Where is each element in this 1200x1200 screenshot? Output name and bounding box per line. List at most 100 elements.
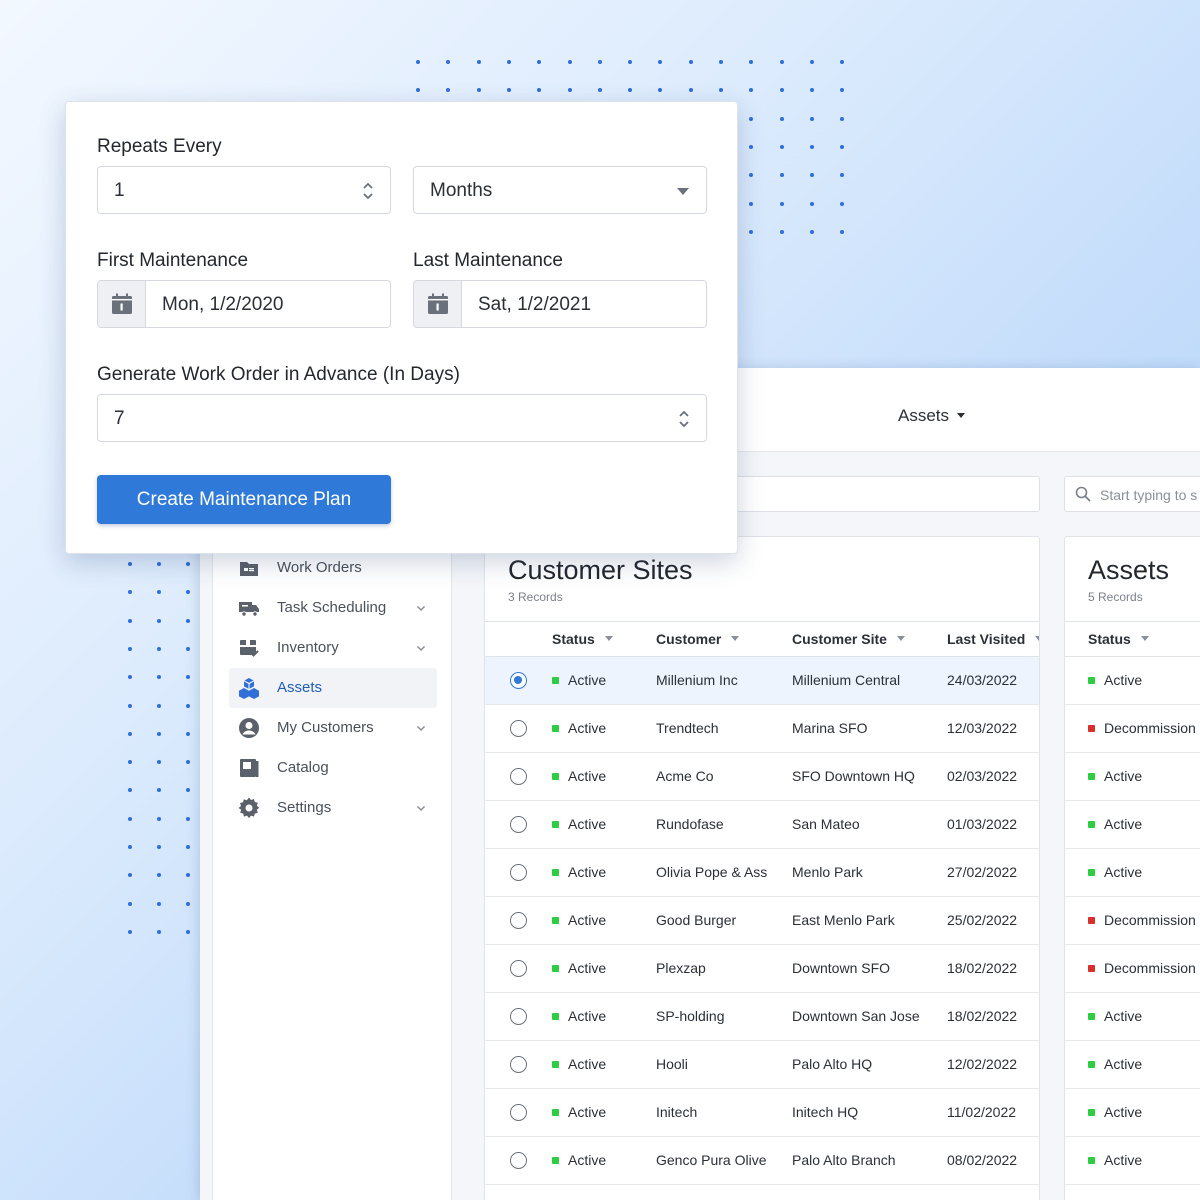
customer-site-cell: Downtown San Jose <box>792 1008 920 1024</box>
row-radio[interactable] <box>510 960 527 977</box>
table-header: Status Customer Customer Site Last Visit… <box>485 621 1039 657</box>
advance-days-stepper[interactable]: 7 <box>97 394 707 442</box>
sidebar-item-label: Task Scheduling <box>277 599 387 616</box>
stepper-arrows-icon[interactable] <box>362 181 374 207</box>
chevron-down-icon <box>415 721 427 738</box>
status-dot <box>552 1109 559 1116</box>
table-row[interactable]: Active Acme Co SFO Downtown HQ 02/03/2022 <box>485 753 1039 801</box>
work-orders-icon <box>237 556 261 580</box>
status-dot <box>1088 1061 1095 1068</box>
table-row[interactable]: Active Plexzap Downtown SFO 18/02/2022 <box>485 945 1039 993</box>
status-cell: Active <box>1088 864 1142 880</box>
table-row[interactable]: Decommission <box>1065 945 1200 993</box>
sidebar-item-label: Work Orders <box>277 559 362 576</box>
advance-days-label: Generate Work Order in Advance (In Days) <box>97 364 460 385</box>
row-radio[interactable] <box>510 1008 527 1025</box>
sidebar-item-label: Catalog <box>277 759 329 776</box>
row-radio[interactable] <box>510 864 527 881</box>
table-row[interactable]: Active <box>1065 849 1200 897</box>
sidebar-item-catalog[interactable]: Catalog <box>229 748 437 788</box>
decorative-dot <box>809 229 814 234</box>
status-text: Active <box>568 768 607 784</box>
repeats-every-stepper[interactable]: 1 <box>97 166 391 214</box>
maintenance-plan-form: Repeats Every 1 Months First Maintenance… <box>65 101 738 554</box>
table-row[interactable]: Active <box>1065 753 1200 801</box>
decorative-dot <box>628 88 633 93</box>
table-row[interactable]: Active Good Burger East Menlo Park 25/02/20… <box>485 897 1039 945</box>
decorative-dot <box>128 562 132 566</box>
decorative-dot <box>809 60 814 64</box>
status-text: Active <box>1104 768 1143 784</box>
table-row[interactable]: Active Millenium Inc Millenium Central 24/0… <box>485 657 1039 705</box>
stepper-arrows-icon[interactable] <box>678 409 690 435</box>
search-input[interactable]: Start typing to s <box>1064 476 1200 512</box>
column-header-label: Status <box>1088 631 1131 647</box>
filter-input[interactable] <box>720 476 1040 512</box>
customer-cell: Trendtech <box>656 720 719 736</box>
sidebar-item-assets[interactable]: Assets <box>229 668 437 708</box>
row-radio[interactable] <box>510 1056 527 1073</box>
last-maintenance-date-field[interactable]: Sat, 1/2/2021 <box>413 280 707 328</box>
decorative-dot <box>186 590 190 595</box>
decorative-dot <box>658 88 663 93</box>
calendar-icon[interactable] <box>414 281 462 327</box>
status-cell: Active <box>552 768 606 784</box>
sidebar-item-my-customers[interactable]: My Customers <box>229 708 437 748</box>
row-radio[interactable] <box>510 1152 527 1169</box>
sidebar-item-settings[interactable]: Settings <box>229 788 437 828</box>
table-row[interactable]: Active <box>1065 801 1200 849</box>
repeats-every-value: 1 <box>114 180 125 201</box>
column-header-last-visited[interactable]: Last Visited <box>947 631 1039 647</box>
row-radio[interactable] <box>510 720 527 737</box>
decorative-dot <box>186 703 190 708</box>
decorative-dot <box>809 116 814 121</box>
row-radio[interactable] <box>510 1104 527 1121</box>
decorative-dot <box>840 88 845 93</box>
row-radio[interactable] <box>510 816 527 833</box>
repeat-unit-select[interactable]: Months <box>413 166 707 214</box>
decorative-dot <box>506 60 511 64</box>
decorative-dot <box>446 88 451 93</box>
table-row[interactable]: Active Hooli Palo Alto HQ 12/02/2022 <box>485 1041 1039 1089</box>
table-row[interactable]: Active <box>1065 657 1200 705</box>
table-row[interactable]: Active Trendtech Marina SFO 12/03/2022 <box>485 705 1039 753</box>
create-maintenance-plan-button[interactable]: Create Maintenance Plan <box>97 475 391 524</box>
panel-title: Customer Sites <box>508 555 693 585</box>
sidebar-item-label: Assets <box>277 679 323 696</box>
sidebar-item-inventory[interactable]: Inventory <box>229 628 437 668</box>
table-row[interactable]: Active <box>1065 1137 1200 1185</box>
sidebar-item-task-scheduling[interactable]: Task Scheduling <box>229 588 437 628</box>
column-header-customer-site[interactable]: Customer Site <box>792 631 905 647</box>
table-row[interactable]: Active <box>1065 1041 1200 1089</box>
column-header-status[interactable]: Status <box>1088 631 1149 647</box>
status-cell: Active <box>552 672 606 688</box>
row-radio[interactable] <box>510 912 527 929</box>
column-header-customer[interactable]: Customer <box>656 631 740 647</box>
status-text: Active <box>1104 672 1143 688</box>
row-radio[interactable] <box>510 768 527 785</box>
table-row[interactable]: Active SP-holding Downtown San Jose 18/02/2… <box>485 993 1039 1041</box>
table-row[interactable]: Decommission <box>1065 897 1200 945</box>
table-row[interactable]: Decommission <box>1065 705 1200 753</box>
sidebar-item-label: Settings <box>277 799 332 816</box>
sidebar-item-work-orders[interactable]: Work Orders <box>229 548 437 588</box>
table-row[interactable]: Active Rundofase San Mateo 01/03/2022 <box>485 801 1039 849</box>
decorative-dot <box>186 901 190 906</box>
table-row[interactable]: Active Initech Initech HQ 11/02/2022 <box>485 1089 1039 1137</box>
decorative-dot <box>128 760 132 765</box>
advance-days-value: 7 <box>114 408 125 429</box>
calendar-icon[interactable] <box>98 281 146 327</box>
table-row[interactable]: Active <box>1065 1089 1200 1137</box>
table-row[interactable]: Active Olivia Pope & Ass Menlo Park 27/02/2… <box>485 849 1039 897</box>
column-header-status[interactable]: Status <box>552 631 613 647</box>
decorative-dot <box>658 60 663 64</box>
assets-menu[interactable]: Assets <box>898 406 966 426</box>
row-radio[interactable] <box>510 672 527 689</box>
catalog-icon <box>237 756 261 780</box>
status-dot <box>552 821 559 828</box>
customer-cell: Olivia Pope & Ass <box>656 864 768 880</box>
table-row[interactable]: Active Genco Pura Olive Palo Alto Branch 08… <box>485 1137 1039 1185</box>
status-text: Active <box>568 1152 607 1168</box>
first-maintenance-date-field[interactable]: Mon, 1/2/2020 <box>97 280 391 328</box>
table-row[interactable]: Active <box>1065 993 1200 1041</box>
